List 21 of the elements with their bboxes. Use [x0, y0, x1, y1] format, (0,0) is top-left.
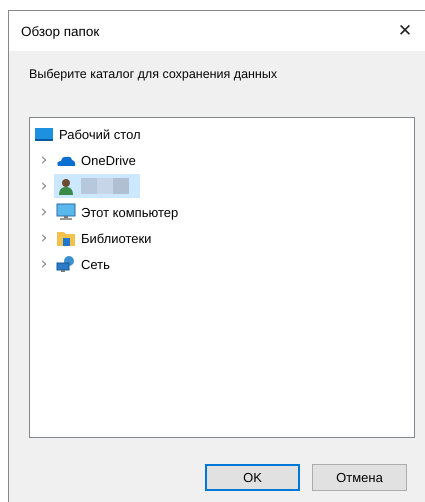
expander-icon[interactable]: › — [34, 176, 54, 196]
tree-item[interactable]: Библиотеки — [54, 226, 154, 250]
tree-item[interactable]: Сеть — [54, 252, 113, 276]
user-icon — [56, 177, 76, 195]
tree-item[interactable] — [54, 174, 140, 198]
folder-icon — [56, 229, 76, 247]
expander-icon[interactable]: › — [34, 202, 54, 222]
tree-item[interactable]: Этот компьютер — [54, 200, 182, 224]
prompt-text: Выберите каталог для сохранения данных — [28, 66, 278, 81]
expander-icon[interactable]: › — [34, 228, 54, 248]
expander-icon[interactable]: › — [34, 150, 54, 170]
window-title: Обзор папок — [21, 24, 100, 38]
close-button[interactable]: ✕ — [385, 11, 425, 51]
desktop-icon — [34, 125, 54, 143]
tree-item[interactable]: Рабочий стол — [32, 122, 144, 146]
network-icon — [56, 255, 76, 273]
tree-item[interactable]: OneDrive — [54, 148, 139, 172]
expander-icon[interactable]: › — [34, 254, 54, 274]
ok-button[interactable]: OK — [205, 464, 300, 491]
cancel-button[interactable]: Отмена — [312, 464, 407, 491]
monitor-icon — [56, 203, 76, 221]
